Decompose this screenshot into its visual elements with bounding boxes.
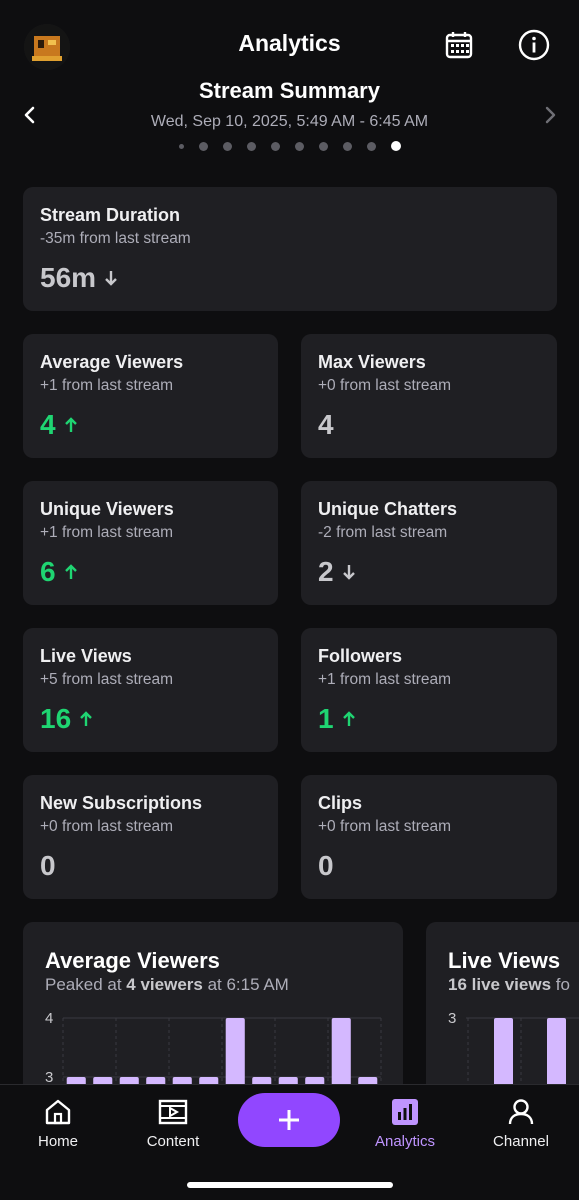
arrow-down-icon bbox=[342, 563, 356, 581]
value-text: 2 bbox=[318, 556, 334, 587]
next-stream-button[interactable] bbox=[539, 102, 563, 128]
page-dot[interactable] bbox=[366, 141, 376, 151]
live-views-card: Live Views +5 from last stream 16 bbox=[23, 628, 278, 752]
card-label: Followers bbox=[318, 646, 403, 666]
stream-duration-card: Stream Duration -35m from last stream 56… bbox=[23, 187, 557, 311]
card-label: New Subscriptions bbox=[40, 793, 203, 813]
nav-label: Analytics bbox=[374, 1133, 436, 1150]
nav-label: Channel bbox=[493, 1133, 549, 1150]
page-dot[interactable] bbox=[198, 141, 208, 151]
value-text: 16 bbox=[40, 703, 72, 734]
card-sub: +5 from last stream bbox=[40, 671, 174, 688]
card-sub: -2 from last stream bbox=[318, 524, 448, 541]
card-value: 4 bbox=[40, 409, 261, 441]
card-sub: -35m from last stream bbox=[40, 230, 191, 247]
clips-card: Clips +0 from last stream 0 bbox=[301, 775, 557, 899]
followers-card: Followers +1 from last stream 1 bbox=[301, 628, 557, 752]
live-views-chart: 3 bbox=[448, 1010, 579, 1100]
page-dot[interactable] bbox=[342, 141, 352, 151]
nav-label: Home bbox=[37, 1133, 78, 1150]
average-viewers-chart-card[interactable]: Average Viewers Peaked at 4 viewers at 6… bbox=[23, 922, 403, 1100]
value-text: 56m bbox=[40, 262, 97, 293]
max-viewers-card: Max Viewers +0 from last stream 4 bbox=[301, 334, 557, 458]
value-text: 0 bbox=[318, 850, 334, 881]
arrow-down-icon bbox=[104, 269, 118, 287]
card-value: 16 bbox=[40, 703, 261, 735]
nav-channel[interactable]: Channel bbox=[476, 1097, 566, 1150]
y-tick-label: 3 bbox=[448, 1010, 456, 1027]
nav-analytics[interactable]: Analytics bbox=[360, 1097, 450, 1150]
nav-label: Content bbox=[146, 1133, 200, 1150]
card-label: Clips bbox=[318, 793, 363, 813]
bar-chart-icon bbox=[392, 1099, 418, 1125]
value-text: 6 bbox=[40, 556, 56, 587]
unique-viewers-card: Unique Viewers +1 from last stream 6 bbox=[23, 481, 278, 605]
live-views-chart-card[interactable]: Live Views 16 live views fo 3 bbox=[426, 922, 579, 1100]
average-viewers-chart: 43 bbox=[45, 1010, 382, 1100]
card-sub: +1 from last stream bbox=[40, 377, 174, 394]
new-subscriptions-card: New Subscriptions +0 from last stream 0 bbox=[23, 775, 278, 899]
card-sub: +0 from last stream bbox=[318, 377, 452, 394]
info-button[interactable] bbox=[517, 28, 551, 62]
calendar-button[interactable] bbox=[442, 28, 476, 62]
stream-page-dots bbox=[0, 141, 579, 151]
page-dot[interactable] bbox=[294, 141, 304, 151]
nav-home[interactable]: Home bbox=[13, 1097, 103, 1150]
value-text: 0 bbox=[40, 850, 56, 881]
create-button[interactable] bbox=[238, 1093, 340, 1147]
header: Analytics Stream Summary Wed, Sep 10, 20… bbox=[0, 0, 579, 180]
card-value: 4 bbox=[318, 409, 540, 441]
card-value: 1 bbox=[318, 703, 540, 735]
card-label: Max Viewers bbox=[318, 352, 426, 372]
page-dot[interactable] bbox=[270, 141, 280, 151]
card-sub: +0 from last stream bbox=[40, 818, 174, 835]
card-sub: +1 from last stream bbox=[40, 524, 174, 541]
card-sub: +0 from last stream bbox=[318, 818, 452, 835]
card-sub: +1 from last stream bbox=[318, 671, 452, 688]
unique-chatters-card: Unique Chatters -2 from last stream 2 bbox=[301, 481, 557, 605]
y-tick-label: 4 bbox=[45, 1010, 53, 1027]
card-label: Unique Viewers bbox=[40, 499, 174, 519]
home-indicator bbox=[187, 1182, 393, 1188]
calendar-icon bbox=[445, 32, 473, 59]
summary-date: Wed, Sep 10, 2025, 5:49 AM - 6:45 AM bbox=[150, 113, 429, 130]
home-icon bbox=[45, 1099, 71, 1125]
arrow-up-icon bbox=[64, 563, 78, 581]
card-label: Average Viewers bbox=[40, 352, 184, 372]
card-value: 0 bbox=[318, 850, 540, 882]
value-text: 1 bbox=[318, 703, 334, 734]
summary-title: Stream Summary bbox=[199, 78, 380, 103]
page-dot[interactable] bbox=[222, 141, 232, 151]
chevron-right-icon bbox=[545, 106, 556, 124]
card-value: 0 bbox=[40, 850, 261, 882]
page-dot[interactable] bbox=[390, 141, 401, 151]
value-text: 4 bbox=[318, 409, 334, 440]
card-label: Stream Duration bbox=[40, 205, 181, 225]
film-icon bbox=[158, 1099, 188, 1125]
card-label: Unique Chatters bbox=[318, 499, 458, 519]
user-icon bbox=[508, 1099, 534, 1125]
page-dot[interactable] bbox=[178, 143, 184, 149]
card-label: Live Views bbox=[40, 646, 132, 666]
plus-icon bbox=[279, 1110, 299, 1130]
card-value: 56m bbox=[40, 262, 540, 294]
card-value: 2 bbox=[318, 556, 540, 588]
page-dot[interactable] bbox=[246, 141, 256, 151]
card-value: 6 bbox=[40, 556, 261, 588]
info-icon bbox=[518, 29, 550, 61]
arrow-up-icon bbox=[342, 710, 356, 728]
value-text: 4 bbox=[40, 409, 56, 440]
page-dot[interactable] bbox=[318, 141, 328, 151]
page-title: Analytics bbox=[238, 30, 341, 56]
arrow-up-icon bbox=[64, 416, 78, 434]
nav-content[interactable]: Content bbox=[128, 1097, 218, 1150]
average-viewers-card: Average Viewers +1 from last stream 4 bbox=[23, 334, 278, 458]
arrow-up-icon bbox=[79, 710, 93, 728]
